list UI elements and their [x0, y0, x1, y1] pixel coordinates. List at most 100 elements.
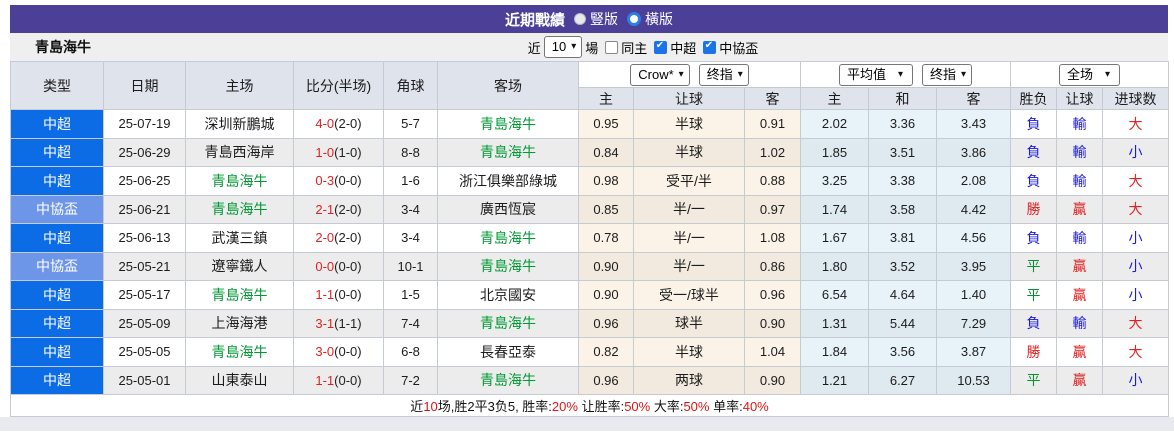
- match-date: 25-05-21: [103, 251, 186, 281]
- league-checkbox-label: 中超: [670, 40, 697, 56]
- result-goals: 大: [1102, 109, 1170, 139]
- cup-checkbox-label: 中協盃: [719, 40, 759, 56]
- away-team: 青島海牛: [437, 365, 579, 395]
- header-result-wdl: 胜负: [1010, 87, 1058, 110]
- summary-text: 场,胜2平3负5, 胜率:: [437, 399, 552, 414]
- half-time-score: (0-0): [334, 258, 362, 274]
- header-type: 类型: [10, 61, 104, 110]
- away-odds: 1.04: [744, 337, 801, 367]
- single-rate: 40%: [742, 399, 769, 414]
- table-row: 中超 25-07-19 深圳新鵬城 4-0(2-0) 5-7 青島海牛 0.95…: [10, 109, 1170, 139]
- league-badge: 中超: [10, 166, 104, 196]
- corner-score: 3-4: [383, 194, 438, 224]
- result-selects: 全场 ▾: [1010, 61, 1170, 88]
- vertical-radio[interactable]: [574, 13, 586, 25]
- full-time-score: 1-0: [315, 144, 335, 160]
- away-team: 北京國安: [437, 280, 579, 310]
- avg-away-odds: 4.42: [935, 194, 1012, 224]
- half-time-score: (2-0): [334, 116, 362, 132]
- full-match-select[interactable]: 全场 ▾: [1059, 63, 1121, 86]
- average-select[interactable]: 平均值 ▾: [838, 63, 914, 86]
- score-cell: 0-3(0-0): [293, 166, 384, 196]
- result-wdl: 勝: [1010, 337, 1058, 367]
- result-handicap: 輸: [1056, 308, 1104, 338]
- avg-away-odds: 10.53: [935, 365, 1012, 395]
- away-team: 長春亞泰: [437, 337, 579, 367]
- avg-home-odds: 1.31: [800, 308, 869, 338]
- league-badge: 中超: [10, 308, 104, 338]
- horizontal-radio[interactable]: [627, 12, 641, 26]
- matches-label: 場: [585, 40, 599, 56]
- table-row: 中超 25-05-09 上海海港 3-1(1-1) 7-4 青島海牛 0.96 …: [10, 308, 1170, 338]
- same-home-checkbox[interactable]: [605, 40, 619, 54]
- matches-count-select[interactable]: 10 ▾: [543, 36, 583, 58]
- result-handicap: 贏: [1056, 280, 1104, 310]
- away-team: 青島海牛: [437, 137, 579, 167]
- result-goals: 大: [1102, 308, 1170, 338]
- score-cell: 3-0(0-0): [293, 337, 384, 367]
- match-date: 25-05-05: [103, 337, 186, 367]
- match-date: 25-07-19: [103, 109, 186, 139]
- avg-home-odds: 1.85: [800, 137, 869, 167]
- home-odds: 0.98: [578, 166, 634, 196]
- result-wdl: 負: [1010, 308, 1058, 338]
- chevron-down-icon: ▾: [571, 41, 577, 52]
- result-goals: 小: [1102, 251, 1170, 281]
- away-team: 青島海牛: [437, 223, 579, 253]
- home-odds: 0.95: [578, 109, 634, 139]
- home-team: 武漢三鎮: [185, 223, 294, 253]
- corner-score: 1-6: [383, 166, 438, 196]
- header-result-goals: 进球数: [1102, 87, 1170, 110]
- chevron-down-icon: ▾: [737, 68, 743, 80]
- home-team: 青島海牛: [185, 280, 294, 310]
- table-row: 中超 25-06-25 青島海牛 0-3(0-0) 1-6 浙江俱樂部綠城 0.…: [10, 166, 1170, 196]
- cup-checkbox[interactable]: [703, 40, 717, 54]
- home-team: 青島西海岸: [185, 137, 294, 167]
- table-row: 中超 25-05-05 青島海牛 3-0(0-0) 6-8 長春亞泰 0.82 …: [10, 337, 1170, 367]
- away-team: 浙江俱樂部綠城: [437, 166, 579, 196]
- avg-away-odds: 4.56: [935, 223, 1012, 253]
- chevron-down-icon: ▾: [961, 68, 967, 80]
- average-stage-select[interactable]: 终指 ▾: [922, 63, 973, 86]
- match-date: 25-05-01: [103, 365, 186, 395]
- home-odds: 0.96: [578, 365, 634, 395]
- result-goals: 小: [1102, 365, 1170, 395]
- filter-bar: 青島海牛 近 10 ▾ 場 同主 中超 中協盃: [10, 33, 1168, 61]
- match-date: 25-05-09: [103, 308, 186, 338]
- match-table: 类型 日期 主场 比分(半场) 角球 客场 Crow* ▾ 终指 ▾ 平均值 ▾ 终指…: [9, 61, 1170, 417]
- match-rows: 中超 25-07-19 深圳新鵬城 4-0(2-0) 5-7 青島海牛 0.95…: [10, 109, 1170, 395]
- header-handicap-home: 主: [578, 87, 634, 110]
- result-wdl: 負: [1010, 109, 1058, 139]
- half-time-score: (0-0): [334, 287, 362, 303]
- match-date: 25-06-25: [103, 166, 186, 196]
- score-cell: 1-1(0-0): [293, 280, 384, 310]
- handicap-stage-select[interactable]: 终指 ▾: [698, 63, 749, 86]
- home-team: 遼寧鐵人: [185, 251, 294, 281]
- avg-draw-odds: 3.36: [868, 109, 937, 139]
- home-team: 山東泰山: [185, 365, 294, 395]
- avg-draw-odds: 3.81: [868, 223, 937, 253]
- over-rate: 50%: [683, 399, 710, 414]
- bookmaker-select[interactable]: Crow* ▾: [630, 63, 690, 86]
- near-label: 近: [527, 40, 541, 56]
- chevron-down-icon: ▾: [678, 68, 684, 80]
- home-odds: 0.84: [578, 137, 634, 167]
- away-team: 青島海牛: [437, 251, 579, 281]
- radio-option-vertical: 豎版: [574, 9, 618, 29]
- average-odds-selects: 平均值 ▾ 终指 ▾: [799, 61, 1012, 88]
- league-checkbox[interactable]: [654, 40, 668, 54]
- handicap-line: 半/一: [633, 251, 745, 281]
- away-team: 青島海牛: [437, 109, 579, 139]
- result-handicap: 贏: [1056, 194, 1104, 224]
- league-badge: 中協盃: [10, 251, 104, 281]
- home-odds: 0.78: [578, 223, 634, 253]
- away-odds: 0.90: [744, 308, 801, 338]
- score-cell: 1-0(1-0): [293, 137, 384, 167]
- full-time-score: 3-0: [315, 344, 335, 360]
- page-title: 近期戰績: [504, 11, 565, 29]
- result-goals: 小: [1102, 137, 1170, 167]
- result-wdl: 平: [1010, 280, 1058, 310]
- result-goals: 小: [1102, 280, 1170, 310]
- handicap-line: 受一/球半: [633, 280, 745, 310]
- handicap-line: 球半: [633, 308, 745, 338]
